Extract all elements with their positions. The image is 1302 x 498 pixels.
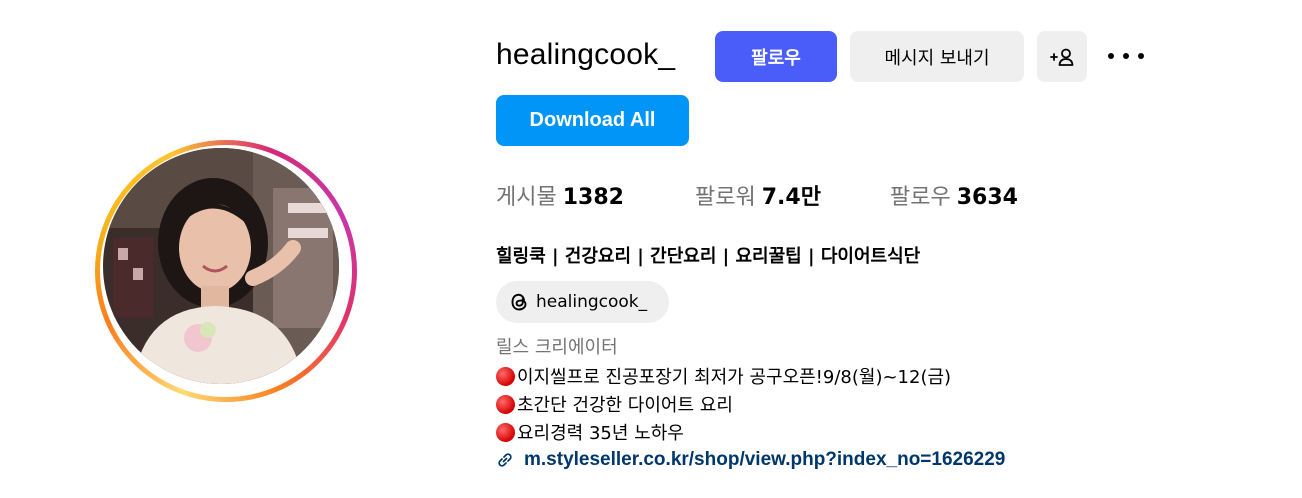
stat-label: 팔로워 [695, 185, 756, 210]
more-options-icon [1138, 53, 1144, 59]
follow-button[interactable]: 팔로우 [715, 31, 837, 82]
stat-value: 7.4만 [761, 185, 821, 210]
stat-value: 3634 [956, 185, 1018, 210]
avatar-photo [103, 148, 339, 384]
add-user-button[interactable] [1037, 31, 1087, 82]
stat-value: 1382 [562, 185, 624, 210]
threads-icon [511, 293, 527, 311]
stat-following[interactable]: 팔로우 3634 [890, 179, 1018, 211]
download-all-button[interactable]: Download All [496, 95, 689, 146]
link-icon [498, 453, 512, 467]
message-button[interactable]: 메시지 보내기 [850, 31, 1024, 82]
red-circle-icon [496, 394, 515, 414]
more-options-icon [1108, 53, 1114, 59]
threads-badge[interactable]: healingcook_ [496, 281, 669, 323]
red-circle-icon [496, 366, 515, 386]
stat-posts: 게시물 1382 [496, 179, 624, 211]
more-options-button[interactable] [1108, 44, 1144, 68]
stat-followers[interactable]: 팔로워 7.4만 [695, 179, 821, 211]
profile-category: 릴스 크리에이터 [496, 337, 618, 358]
profile-avatar-ring[interactable] [95, 140, 357, 402]
add-user-icon [1050, 48, 1074, 66]
bio-link-text[interactable]: m.styleseller.co.kr/shop/view.php?index_… [524, 449, 1005, 471]
bio-line-text: 초간단 건강한 다이어트 요리 [517, 395, 733, 416]
avatar[interactable] [103, 148, 339, 384]
bio-line: 초간단 건강한 다이어트 요리 [496, 391, 733, 417]
stat-label: 게시물 [496, 185, 557, 210]
bio-line: 요리경력 35년 노하우 [496, 419, 684, 445]
bio-title: 힐링쿡 | 건강요리 | 간단요리 | 요리꿀팁 | 다이어트식단 [496, 246, 921, 267]
bio-link[interactable]: m.styleseller.co.kr/shop/view.php?index_… [496, 449, 1005, 471]
threads-handle: healingcook_ [536, 292, 648, 312]
bio-line-text: 요리경력 35년 노하우 [517, 423, 684, 444]
bio-line: 이지씰프로 진공포장기 최저가 공구오픈!9/8(월)~12(금) [496, 363, 951, 389]
red-circle-icon [496, 422, 515, 442]
stat-label: 팔로우 [890, 185, 951, 210]
profile-username: healingcook_ [496, 38, 676, 71]
bio-line-text: 이지씰프로 진공포장기 최저가 공구오픈!9/8(월)~12(금) [517, 367, 952, 388]
more-options-icon [1123, 53, 1129, 59]
